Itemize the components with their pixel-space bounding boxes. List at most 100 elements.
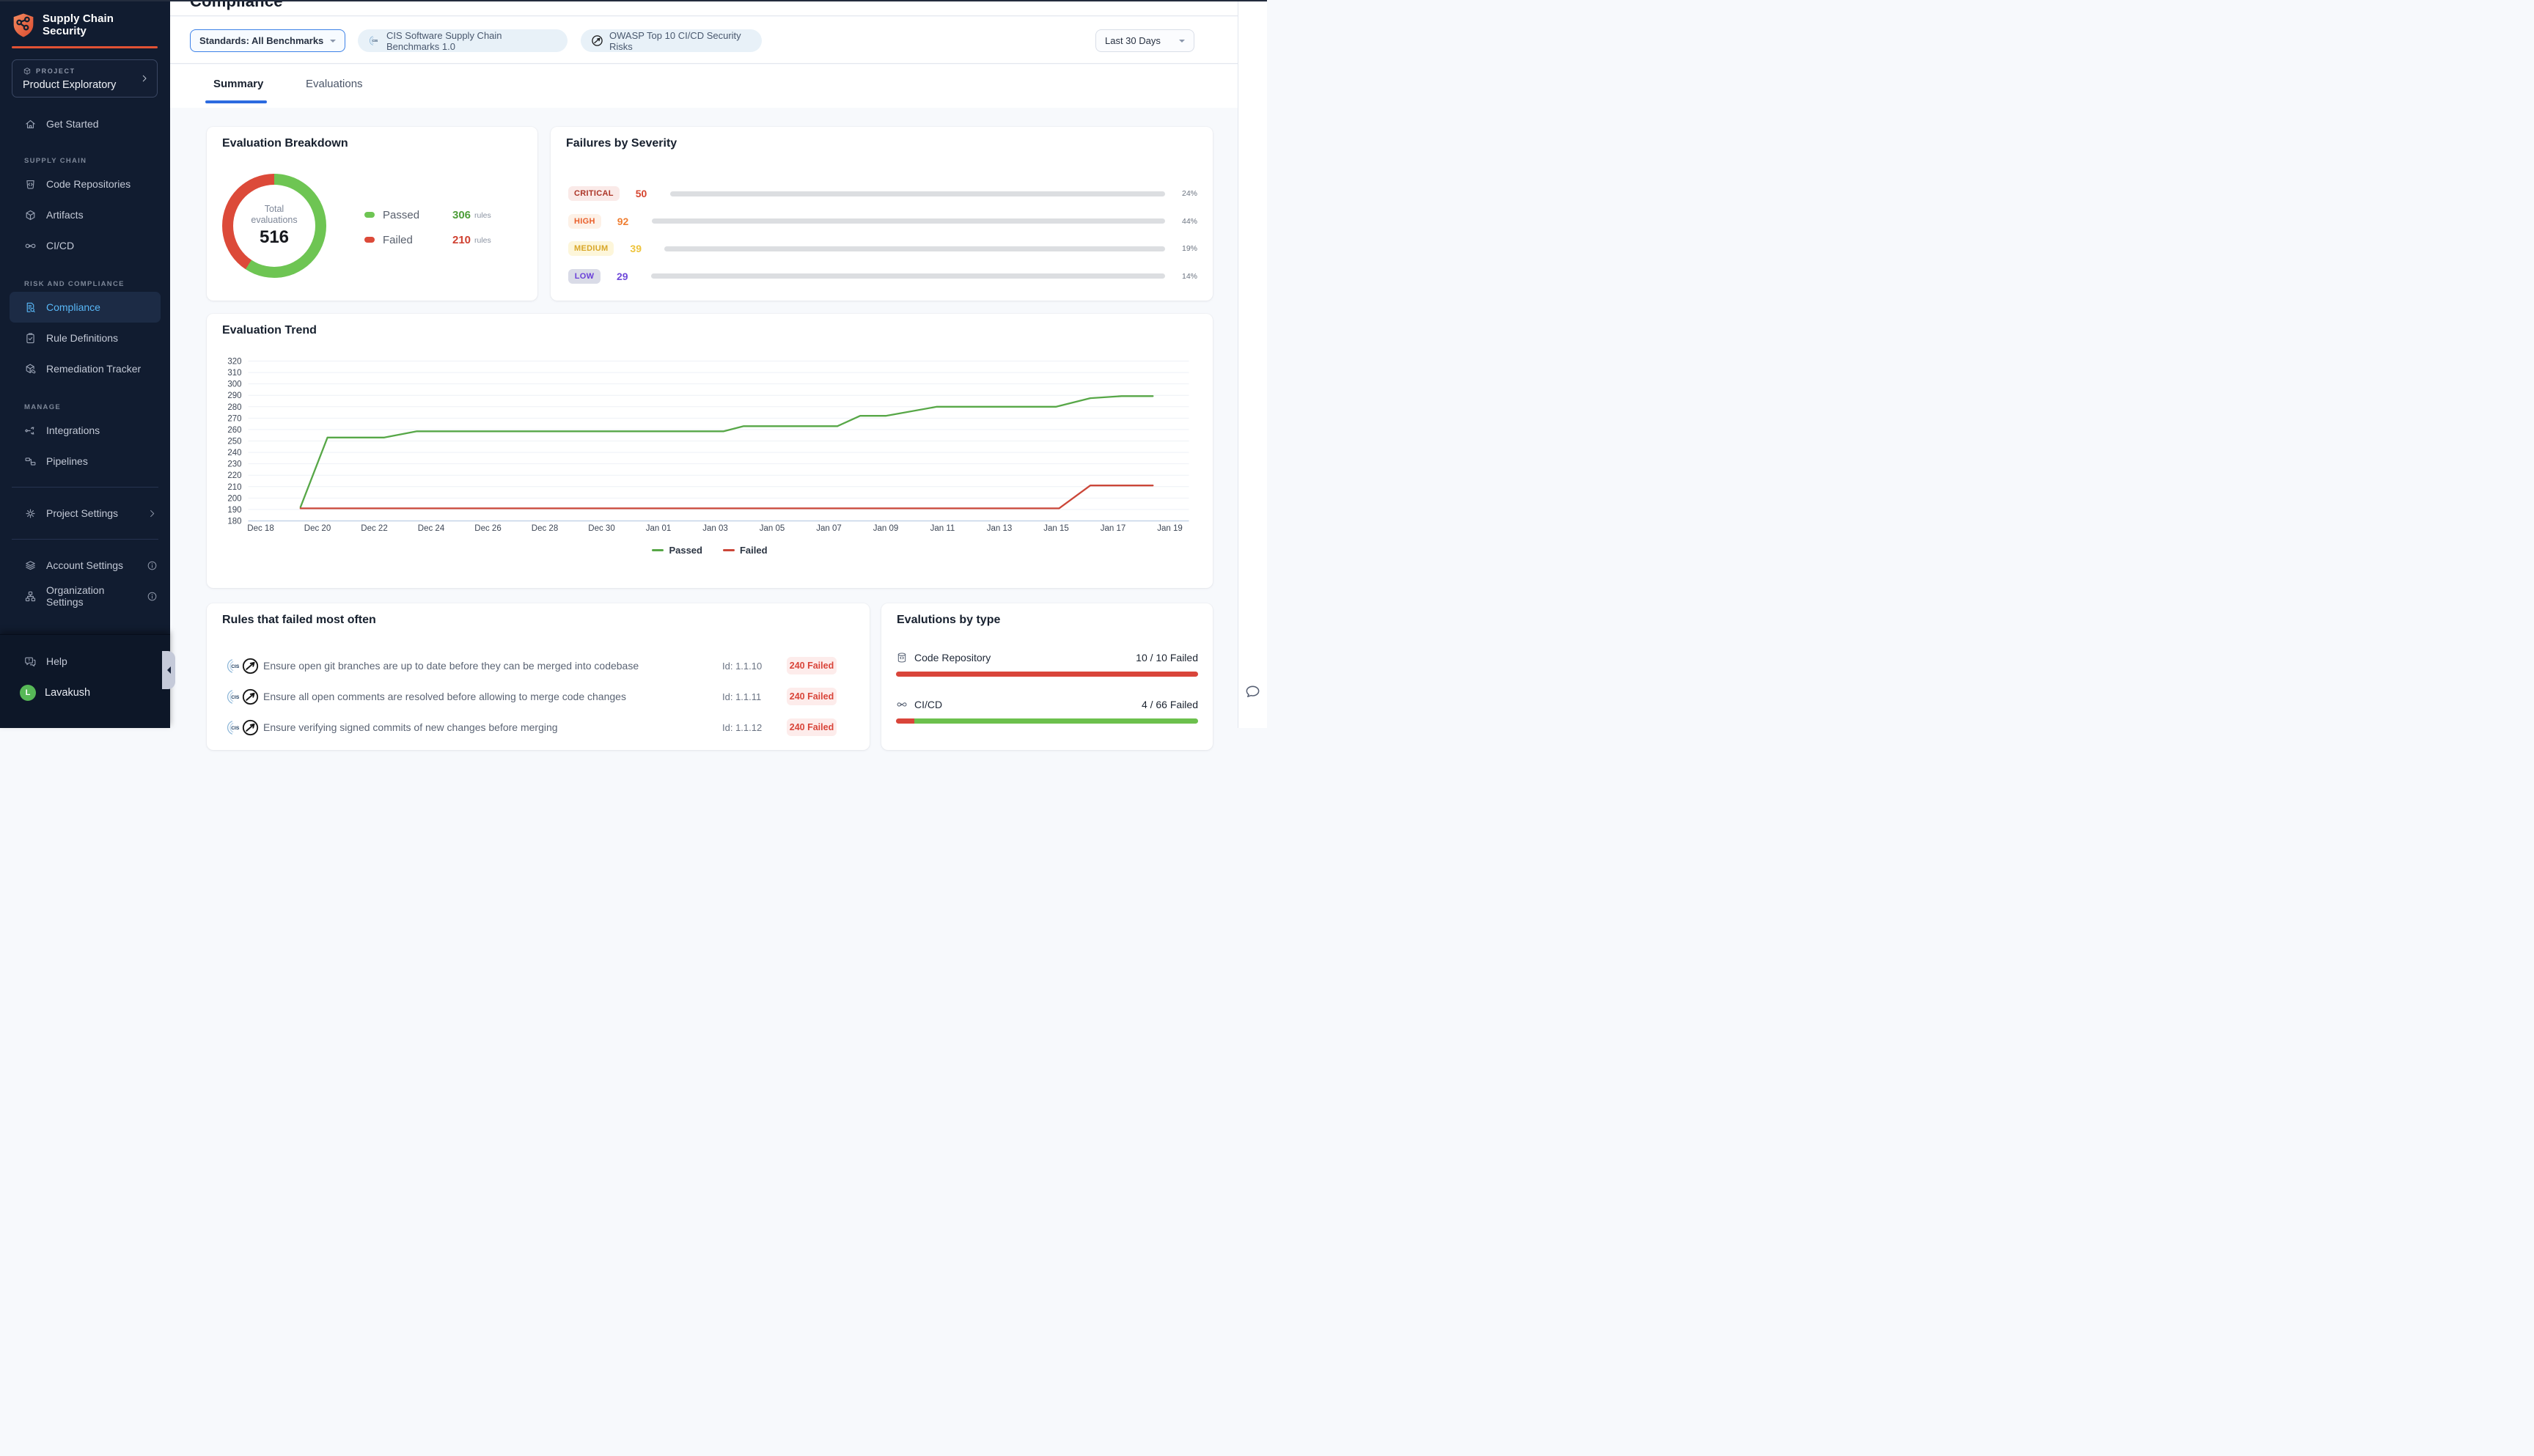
legend-unit: rules: [474, 211, 491, 220]
by-type-value: 10 / 10 Failed: [1136, 652, 1198, 663]
failed-rules-card: Rules that failed most often CISEnsure o…: [207, 603, 870, 750]
chevron-right-icon: [139, 73, 150, 84]
sidebar-item-project-settings[interactable]: Project Settings: [0, 498, 170, 529]
svg-text:250: 250: [227, 438, 241, 446]
database-icon: [896, 652, 908, 663]
card-title: Evalutions by type: [897, 614, 1000, 627]
svg-text:Dec 30: Dec 30: [588, 524, 614, 533]
sidebar-item-label: CI/CD: [46, 240, 74, 251]
cube-icon: [23, 67, 32, 76]
help-chat-icon: ?: [24, 655, 37, 668]
owasp-icon: [241, 718, 260, 737]
sidebar-item-label: Pipelines: [46, 455, 88, 467]
sidebar-item-rule-definitions[interactable]: Rule Definitions: [0, 323, 170, 353]
severity-count: 29: [617, 271, 651, 282]
failures-by-severity-card: Failures by Severity CRITICAL5024%HIGH92…: [551, 127, 1213, 301]
svg-text:Jan 03: Jan 03: [702, 524, 728, 533]
severity-bar: [664, 246, 1165, 251]
rule-description: Ensure verifying signed commits of new c…: [263, 721, 722, 733]
layers-icon: [24, 559, 37, 572]
svg-text:CIS: CIS: [231, 725, 240, 730]
svg-text:210: 210: [227, 483, 241, 492]
sidebar-item-remediation-tracker[interactable]: Remediation Tracker: [0, 353, 170, 384]
sidebar-item-label: Compliance: [46, 301, 100, 313]
brand: Supply ChainSecurity: [12, 12, 160, 38]
evaluations-donut-chart: Totalevaluations 516: [222, 174, 326, 278]
sidebar-collapse-handle[interactable]: [162, 651, 175, 689]
svg-text:Dec 22: Dec 22: [361, 524, 387, 533]
standards-dropdown[interactable]: Standards: All Benchmarks: [190, 29, 345, 52]
failed-rule-row[interactable]: CIS Ensure verifying signed commits of ne…: [225, 712, 837, 743]
legend-value: 210: [452, 234, 471, 246]
severity-badge: CRITICAL: [568, 186, 620, 201]
trend-legend-passed: Passed: [652, 545, 702, 556]
by-type-bar: [896, 672, 1198, 677]
svg-text:Jan 07: Jan 07: [816, 524, 842, 533]
benchmark-chip-owasp[interactable]: OWASP Top 10 CI/CD Security Risks: [581, 29, 762, 52]
sidebar-footer: ? Help L Lavakush: [0, 634, 170, 728]
svg-text:Dec 18: Dec 18: [247, 524, 273, 533]
shield-logo-icon: [12, 12, 35, 38]
severity-percent: 24%: [1175, 189, 1197, 198]
apps-grid-icon[interactable]: [147, 17, 160, 29]
svg-text:CIS: CIS: [231, 663, 240, 669]
svg-text:240: 240: [227, 449, 241, 457]
svg-text:Jan 15: Jan 15: [1043, 524, 1069, 533]
benchmark-chip-cis[interactable]: CIS CIS Software Supply Chain Benchmarks…: [358, 29, 568, 52]
svg-text:Dec 20: Dec 20: [304, 524, 331, 533]
svg-text:Jan 09: Jan 09: [873, 524, 899, 533]
svg-text:Jan 13: Jan 13: [987, 524, 1013, 533]
failed-rule-row[interactable]: CISEnsure all open comments are resolved…: [225, 681, 837, 712]
sidebar-item-ci-cd[interactable]: CI/CD: [0, 230, 170, 261]
sidebar-item-compliance[interactable]: Compliance: [10, 292, 161, 323]
active-tab-indicator: [205, 100, 267, 103]
sidebar-section-label: MANAGE: [24, 400, 158, 413]
main-content: Evaluation Breakdown Totalevaluations 51…: [170, 108, 1238, 728]
failed-count-badge: 240 Failed: [787, 688, 837, 705]
svg-text:230: 230: [227, 460, 241, 469]
sidebar-item-artifacts[interactable]: Artifacts: [0, 199, 170, 230]
tab-summary[interactable]: Summary: [213, 78, 263, 90]
severity-badge: HIGH: [568, 214, 601, 229]
svg-text:Jan 11: Jan 11: [930, 524, 955, 533]
sidebar-item-integrations[interactable]: Integrations: [0, 415, 170, 446]
svg-text:310: 310: [227, 369, 241, 378]
sidebar-item-get-started[interactable]: Get Started: [0, 110, 170, 138]
compliance-icon: [24, 301, 37, 314]
tab-evaluations[interactable]: Evaluations: [306, 78, 363, 90]
chevron-down-icon: [330, 40, 336, 45]
sidebar-item-organization-settings[interactable]: Organization Settings: [0, 581, 170, 611]
failed-rule-row[interactable]: CISEnsure open git branches are up to da…: [225, 650, 837, 681]
svg-text:180: 180: [227, 518, 241, 526]
evaluation-breakdown-card: Evaluation Breakdown Totalevaluations 51…: [207, 127, 537, 301]
severity-percent: 44%: [1175, 217, 1197, 226]
info-icon: [146, 560, 158, 571]
chat-bubble-icon[interactable]: [1244, 683, 1261, 700]
filter-bar: Standards: All Benchmarks CIS CIS Softwa…: [170, 17, 1238, 64]
svg-text:280: 280: [227, 403, 241, 412]
artifacts-icon: [24, 209, 37, 221]
tabs: Summary Evaluations: [170, 65, 1238, 108]
by-type-label: Code Repository: [914, 652, 991, 663]
severity-row-medium: MEDIUM3919%: [568, 239, 1197, 258]
severity-bar: [670, 191, 1165, 196]
info-icon: [146, 591, 158, 602]
rule-id: Id: 1.1.10: [722, 661, 787, 672]
card-title: Evaluation Breakdown: [222, 137, 348, 150]
sidebar-item-account-settings[interactable]: Account Settings: [0, 550, 170, 581]
svg-text:190: 190: [227, 506, 241, 515]
sidebar-item-help[interactable]: ? Help: [0, 647, 170, 676]
sidebar-item-label: Account Settings: [46, 559, 123, 571]
severity-badge: LOW: [568, 269, 601, 284]
sidebar-item-pipelines[interactable]: Pipelines: [0, 446, 170, 477]
svg-text:Dec 28: Dec 28: [532, 524, 558, 533]
user-menu[interactable]: L Lavakush: [0, 685, 170, 701]
date-range-dropdown[interactable]: Last 30 Days: [1095, 29, 1194, 52]
sidebar-item-label: Get Started: [46, 118, 99, 130]
by-type-value: 4 / 66 Failed: [1142, 699, 1198, 710]
severity-percent: 14%: [1175, 272, 1197, 281]
sidebar-item-code-repositories[interactable]: Code Repositories: [0, 169, 170, 199]
project-selector[interactable]: PROJECT Product Exploratory: [12, 59, 158, 98]
sidebar-item-label: Organization Settings: [46, 584, 136, 608]
legend-swatch: [652, 549, 664, 552]
